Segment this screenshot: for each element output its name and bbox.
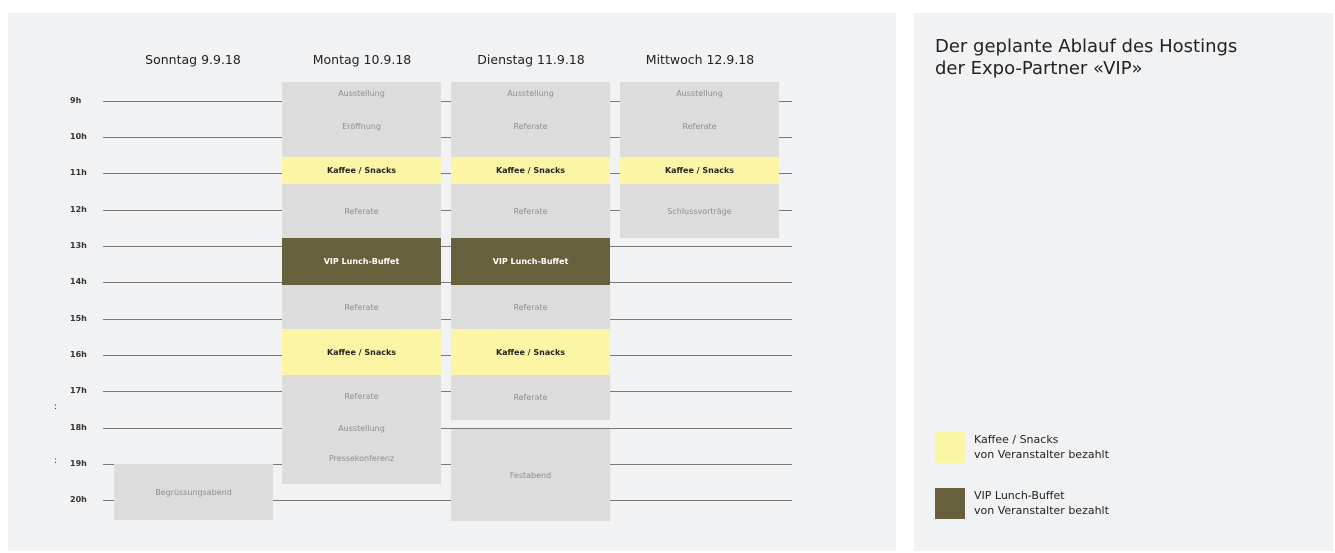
legend-label: Kaffee / Snacks (974, 433, 1059, 446)
event-label: Eröffnung (342, 122, 381, 131)
legend-note: von Veranstalter bezahlt (974, 504, 1109, 517)
info-title-line: Der geplante Ablauf des Hostings (935, 36, 1238, 57)
dots-marker: : (54, 456, 58, 466)
event-label: Kaffee / Snacks (326, 347, 397, 357)
event-label: Referate (682, 122, 717, 131)
event-label: Ausstellung (676, 89, 723, 98)
legend-label: VIP Lunch-Buffet (974, 489, 1065, 502)
hour-label-19: 19h (70, 459, 87, 468)
hour-label-11: 11h (70, 168, 87, 177)
event-label: Referate (513, 302, 548, 312)
hour-line (103, 391, 792, 392)
event-label: Pressekonferenz (328, 454, 395, 463)
hour-line (103, 355, 792, 356)
hour-label-15: 15h (70, 314, 87, 323)
hour-label-17: 17h (70, 386, 87, 395)
hour-label-12: 12h (70, 205, 87, 214)
event-kaffee-snacks: Kaffee / Snacks (620, 157, 779, 184)
event-referate: Referate (451, 285, 610, 329)
event-label: Referate (344, 392, 379, 401)
event-schlussvortraege: Schlussvorträge (620, 184, 779, 238)
event-referate: Referate (451, 184, 610, 238)
event-label: Ausstellung (507, 89, 554, 98)
event-label: Ausstellung (338, 424, 385, 433)
event-label: Referate (344, 206, 379, 216)
hour-label-14: 14h (70, 277, 87, 286)
event-label: Begrüssungsabend (155, 487, 232, 497)
hour-label-16: 16h (70, 350, 87, 359)
event-ausstellung-referate-mittwoch: Ausstellung Referate (620, 82, 779, 157)
info-title: Der geplante Ablauf des Hostings der Exp… (935, 36, 1315, 80)
event-label: VIP Lunch-Buffet (323, 257, 400, 266)
legend-lunch: VIP Lunch-Buffet von Veranstalter bezahl… (974, 488, 1109, 518)
event-label: Referate (344, 302, 379, 312)
hour-line (103, 282, 792, 283)
event-referate-ausstellung-presse: Referate Ausstellung Pressekonferenz (282, 375, 441, 484)
event-label: Festabend (509, 470, 552, 480)
day-header-dienstag: Dienstag 11.9.18 (477, 52, 585, 67)
event-label: Kaffee / Snacks (495, 166, 566, 175)
event-label: Referate (513, 122, 548, 131)
event-label: VIP Lunch-Buffet (492, 257, 569, 266)
event-ausstellung-eroeffnung-montag: Ausstellung Eröffnung (282, 82, 441, 157)
hour-label-18: 18h (70, 423, 87, 432)
event-kaffee-snacks: Kaffee / Snacks (451, 157, 610, 184)
hour-label-20: 20h (70, 495, 87, 504)
day-header-mittwoch: Mittwoch 12.9.18 (645, 52, 755, 67)
dots-marker: : (54, 402, 58, 412)
event-label: Schlussvorträge (667, 206, 732, 216)
event-label: Kaffee / Snacks (495, 347, 566, 357)
event-kaffee-snacks: Kaffee / Snacks (282, 329, 441, 375)
event-festabend: Festabend (451, 429, 610, 521)
day-header-sonntag: Sonntag 9.9.18 (145, 52, 241, 67)
hour-line (103, 246, 792, 247)
event-referate: Referate (451, 375, 610, 420)
event-kaffee-snacks: Kaffee / Snacks (451, 329, 610, 375)
event-referate: Referate (282, 184, 441, 238)
legend-swatch-snacks (935, 432, 965, 463)
hour-label-10: 10h (70, 132, 87, 141)
event-label: Kaffee / Snacks (326, 166, 397, 175)
event-label: Referate (513, 206, 548, 216)
event-ausstellung-referate-dienstag: Ausstellung Referate (451, 82, 610, 157)
event-vip-lunch-buffet: VIP Lunch-Buffet (282, 238, 441, 285)
event-label: Kaffee / Snacks (664, 166, 735, 175)
event-kaffee-snacks: Kaffee / Snacks (282, 157, 441, 184)
hour-label-9: 9h (70, 96, 82, 105)
hour-label-13: 13h (70, 241, 87, 250)
info-title-line: der Expo-Partner «VIP» (935, 58, 1143, 79)
event-label: Ausstellung (338, 89, 385, 98)
legend-note: von Veranstalter bezahlt (974, 448, 1109, 461)
event-referate: Referate (282, 285, 441, 329)
hour-line (103, 319, 792, 320)
event-label: Referate (513, 393, 548, 402)
event-vip-lunch-buffet: VIP Lunch-Buffet (451, 238, 610, 285)
hour-line (103, 428, 792, 429)
day-header-montag: Montag 10.9.18 (312, 52, 412, 67)
legend-swatch-lunch (935, 488, 965, 519)
event-begruessungsabend: Begrüssungsabend (114, 464, 273, 520)
info-panel (914, 13, 1333, 551)
legend-snacks: Kaffee / Snacks von Veranstalter bezahlt (974, 432, 1109, 462)
